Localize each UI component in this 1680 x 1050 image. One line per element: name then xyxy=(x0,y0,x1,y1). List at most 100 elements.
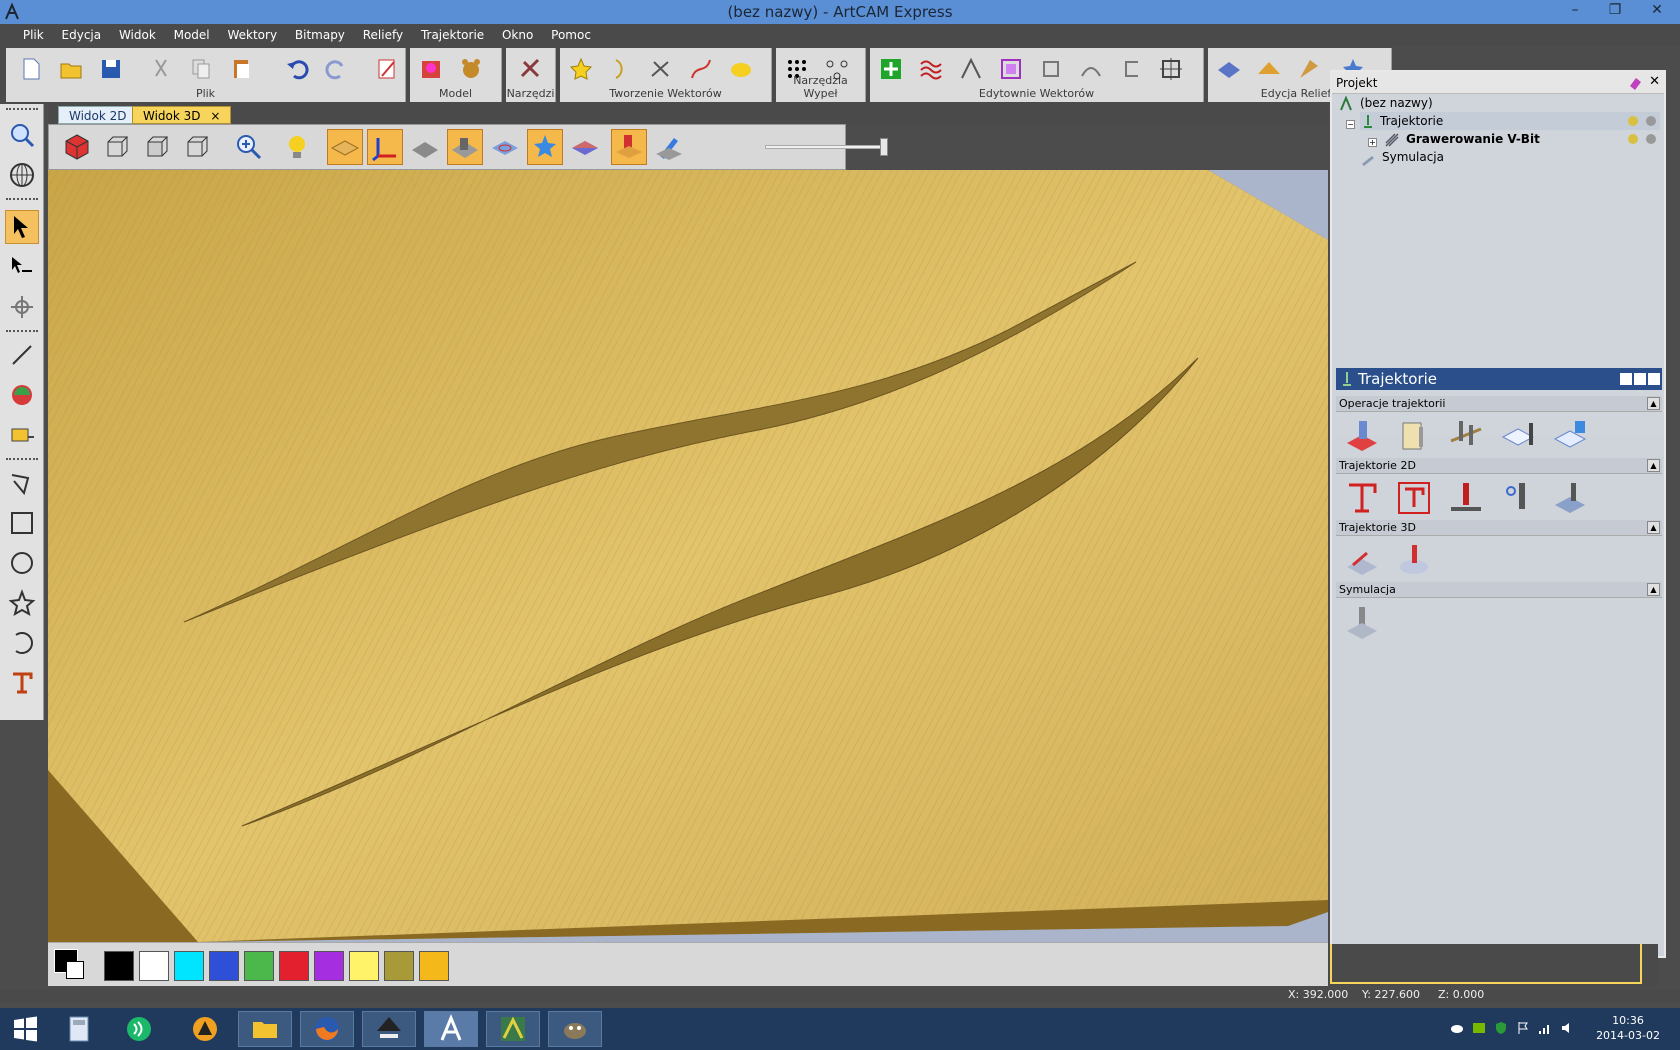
color-swatch-olive[interactable] xyxy=(384,951,414,981)
edit-add-button[interactable] xyxy=(876,54,906,84)
taskbar-firefox[interactable] xyxy=(300,1011,354,1047)
rectangle-tool-button[interactable] xyxy=(5,506,39,540)
edit-trim-button[interactable] xyxy=(1116,54,1146,84)
volume-icon[interactable] xyxy=(1560,1021,1574,1035)
menu-wektory[interactable]: Wektory xyxy=(220,24,284,46)
show-axes-button[interactable] xyxy=(367,129,403,165)
circle-tool-button[interactable] xyxy=(5,546,39,580)
menu-trajektorie[interactable]: Trajektorie xyxy=(414,24,491,46)
vector-node-button[interactable] xyxy=(646,54,676,84)
measure-tool-button[interactable] xyxy=(5,418,39,452)
copy-button[interactable] xyxy=(186,54,216,84)
notes-button[interactable] xyxy=(372,54,402,84)
section-trajektorie-2d[interactable]: Trajektorie 2D ▲ xyxy=(1336,458,1662,474)
tab-widok-2d[interactable]: Widok 2D xyxy=(58,106,138,124)
edit-wave-button[interactable] xyxy=(916,54,946,84)
eraser-icon[interactable] xyxy=(1628,76,1642,90)
polyline-tool-button[interactable] xyxy=(5,466,39,500)
toolpath-op-material-button[interactable] xyxy=(1496,414,1540,458)
toolpath-2d-inlay-button[interactable] xyxy=(1548,476,1592,520)
line-tool-button[interactable] xyxy=(5,338,39,372)
tab-widok-3d[interactable]: Widok 3D × xyxy=(132,106,232,124)
taskbar-aimp[interactable] xyxy=(178,1011,232,1047)
toolpath-settings-icon[interactable] xyxy=(1644,114,1658,128)
taskbar-inkscape[interactable] xyxy=(362,1011,416,1047)
taskbar-file-explorer[interactable] xyxy=(238,1011,292,1047)
color-swatch-yellow[interactable] xyxy=(349,951,379,981)
network-signal-icon[interactable] xyxy=(1538,1021,1552,1035)
simulation-tool-button[interactable] xyxy=(611,129,647,165)
edit-mirror-button[interactable] xyxy=(956,54,986,84)
vbit-visibility-icon[interactable] xyxy=(1626,132,1640,146)
taskbar-calculator[interactable] xyxy=(52,1011,106,1047)
top-view-button[interactable] xyxy=(179,129,215,165)
menu-reliefy[interactable]: Reliefy xyxy=(356,24,410,46)
color-swatch-orange[interactable] xyxy=(419,951,449,981)
undo-button[interactable] xyxy=(282,54,312,84)
paint-tool-button[interactable] xyxy=(651,129,687,165)
menu-edycja[interactable]: Edycja xyxy=(55,24,109,46)
close-window-button[interactable]: ✕ xyxy=(1642,0,1672,20)
edit-rotate-button[interactable] xyxy=(1036,54,1066,84)
tree-item-trajektorie[interactable]: Trajektorie xyxy=(1360,112,1660,130)
exaggeration-slider[interactable] xyxy=(765,138,888,156)
show-relief-button[interactable] xyxy=(407,129,443,165)
toolpath-2d-area-button[interactable] xyxy=(1392,476,1436,520)
toolpath-op-calculate-button[interactable] xyxy=(1340,414,1384,458)
edit-group-button[interactable] xyxy=(996,54,1026,84)
onedrive-tray-icon[interactable] xyxy=(1450,1021,1464,1035)
section-trajektorie-3d[interactable]: Trajektorie 3D ▲ xyxy=(1336,520,1662,536)
tab-close-icon[interactable]: × xyxy=(210,109,220,123)
edit-snap-button[interactable] xyxy=(1156,54,1186,84)
redo-button[interactable] xyxy=(322,54,352,84)
model-relief-button[interactable] xyxy=(416,54,446,84)
vector-arc-button[interactable] xyxy=(606,54,636,84)
vector-star-button[interactable] xyxy=(566,54,596,84)
star-tool-button[interactable] xyxy=(5,586,39,620)
section-collapse-icon[interactable]: ▲ xyxy=(1647,521,1660,534)
panel-minimize-icon[interactable] xyxy=(1648,373,1660,385)
show-toolpaths-button[interactable] xyxy=(527,129,563,165)
zoom-3d-button[interactable] xyxy=(231,129,267,165)
simulate-toolpath-button[interactable] xyxy=(1340,600,1384,644)
paste-button[interactable] xyxy=(226,54,256,84)
color-swatch-red[interactable] xyxy=(279,951,309,981)
color-swatch-green[interactable] xyxy=(244,951,274,981)
tree-item-project[interactable]: (bez nazwy) xyxy=(1360,94,1433,112)
model-teddy-button[interactable] xyxy=(456,54,486,84)
side-view-button[interactable] xyxy=(139,129,175,165)
iso-view-button[interactable] xyxy=(59,129,95,165)
toolpath-2d-drill-button[interactable] xyxy=(1444,476,1488,520)
color-swatch-white[interactable] xyxy=(139,951,169,981)
tools-setup-button[interactable] xyxy=(516,54,546,84)
text-tool-button[interactable] xyxy=(5,666,39,700)
color-select-button[interactable] xyxy=(5,378,39,412)
show-stock-button[interactable] xyxy=(567,129,603,165)
slider-knob[interactable] xyxy=(880,138,888,156)
minimize-button[interactable]: – xyxy=(1560,0,1590,20)
arc-tool-button[interactable] xyxy=(5,626,39,660)
select-tool-button[interactable] xyxy=(5,210,39,244)
secondary-color-swatch[interactable] xyxy=(66,961,84,979)
cut-button[interactable] xyxy=(146,54,176,84)
restore-button[interactable]: ❐ xyxy=(1600,0,1630,20)
toolpath-visibility-icon[interactable] xyxy=(1626,114,1640,128)
transform-tool-button[interactable] xyxy=(5,290,39,324)
show-material-button[interactable] xyxy=(447,129,483,165)
toolpath-2d-profile-button[interactable] xyxy=(1340,476,1384,520)
3d-viewport[interactable] xyxy=(48,170,1328,942)
toolpath-3d-zlevel-button[interactable] xyxy=(1392,538,1436,582)
panel-dropdown-icon[interactable] xyxy=(1634,373,1646,385)
color-swatch-black[interactable] xyxy=(104,951,134,981)
tree-expand-icon[interactable]: + xyxy=(1368,138,1377,147)
toolpath-3d-machine-button[interactable] xyxy=(1340,538,1384,582)
nvidia-tray-icon[interactable] xyxy=(1472,1021,1486,1035)
section-collapse-icon[interactable]: ▲ xyxy=(1647,397,1660,410)
new-file-button[interactable] xyxy=(16,54,46,84)
relief-smooth-button[interactable] xyxy=(1254,54,1284,84)
show-plane-button[interactable] xyxy=(327,129,363,165)
vector-blob-button[interactable] xyxy=(726,54,756,84)
menu-bitmapy[interactable]: Bitmapy xyxy=(288,24,352,46)
tree-collapse-icon[interactable]: − xyxy=(1346,120,1355,129)
save-file-button[interactable] xyxy=(96,54,126,84)
